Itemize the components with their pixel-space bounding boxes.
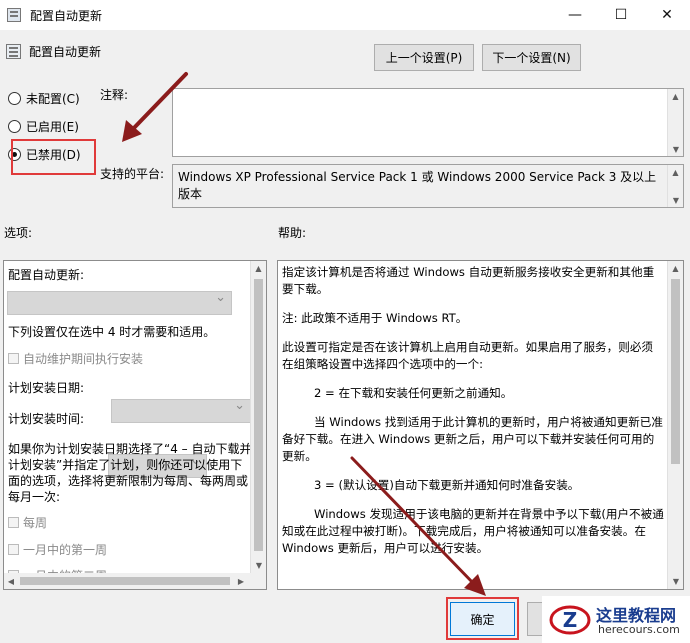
annotation-arrows bbox=[122, 72, 486, 596]
arrow-to-disabled-option bbox=[130, 72, 188, 132]
arrow-to-ok-button bbox=[350, 456, 477, 587]
